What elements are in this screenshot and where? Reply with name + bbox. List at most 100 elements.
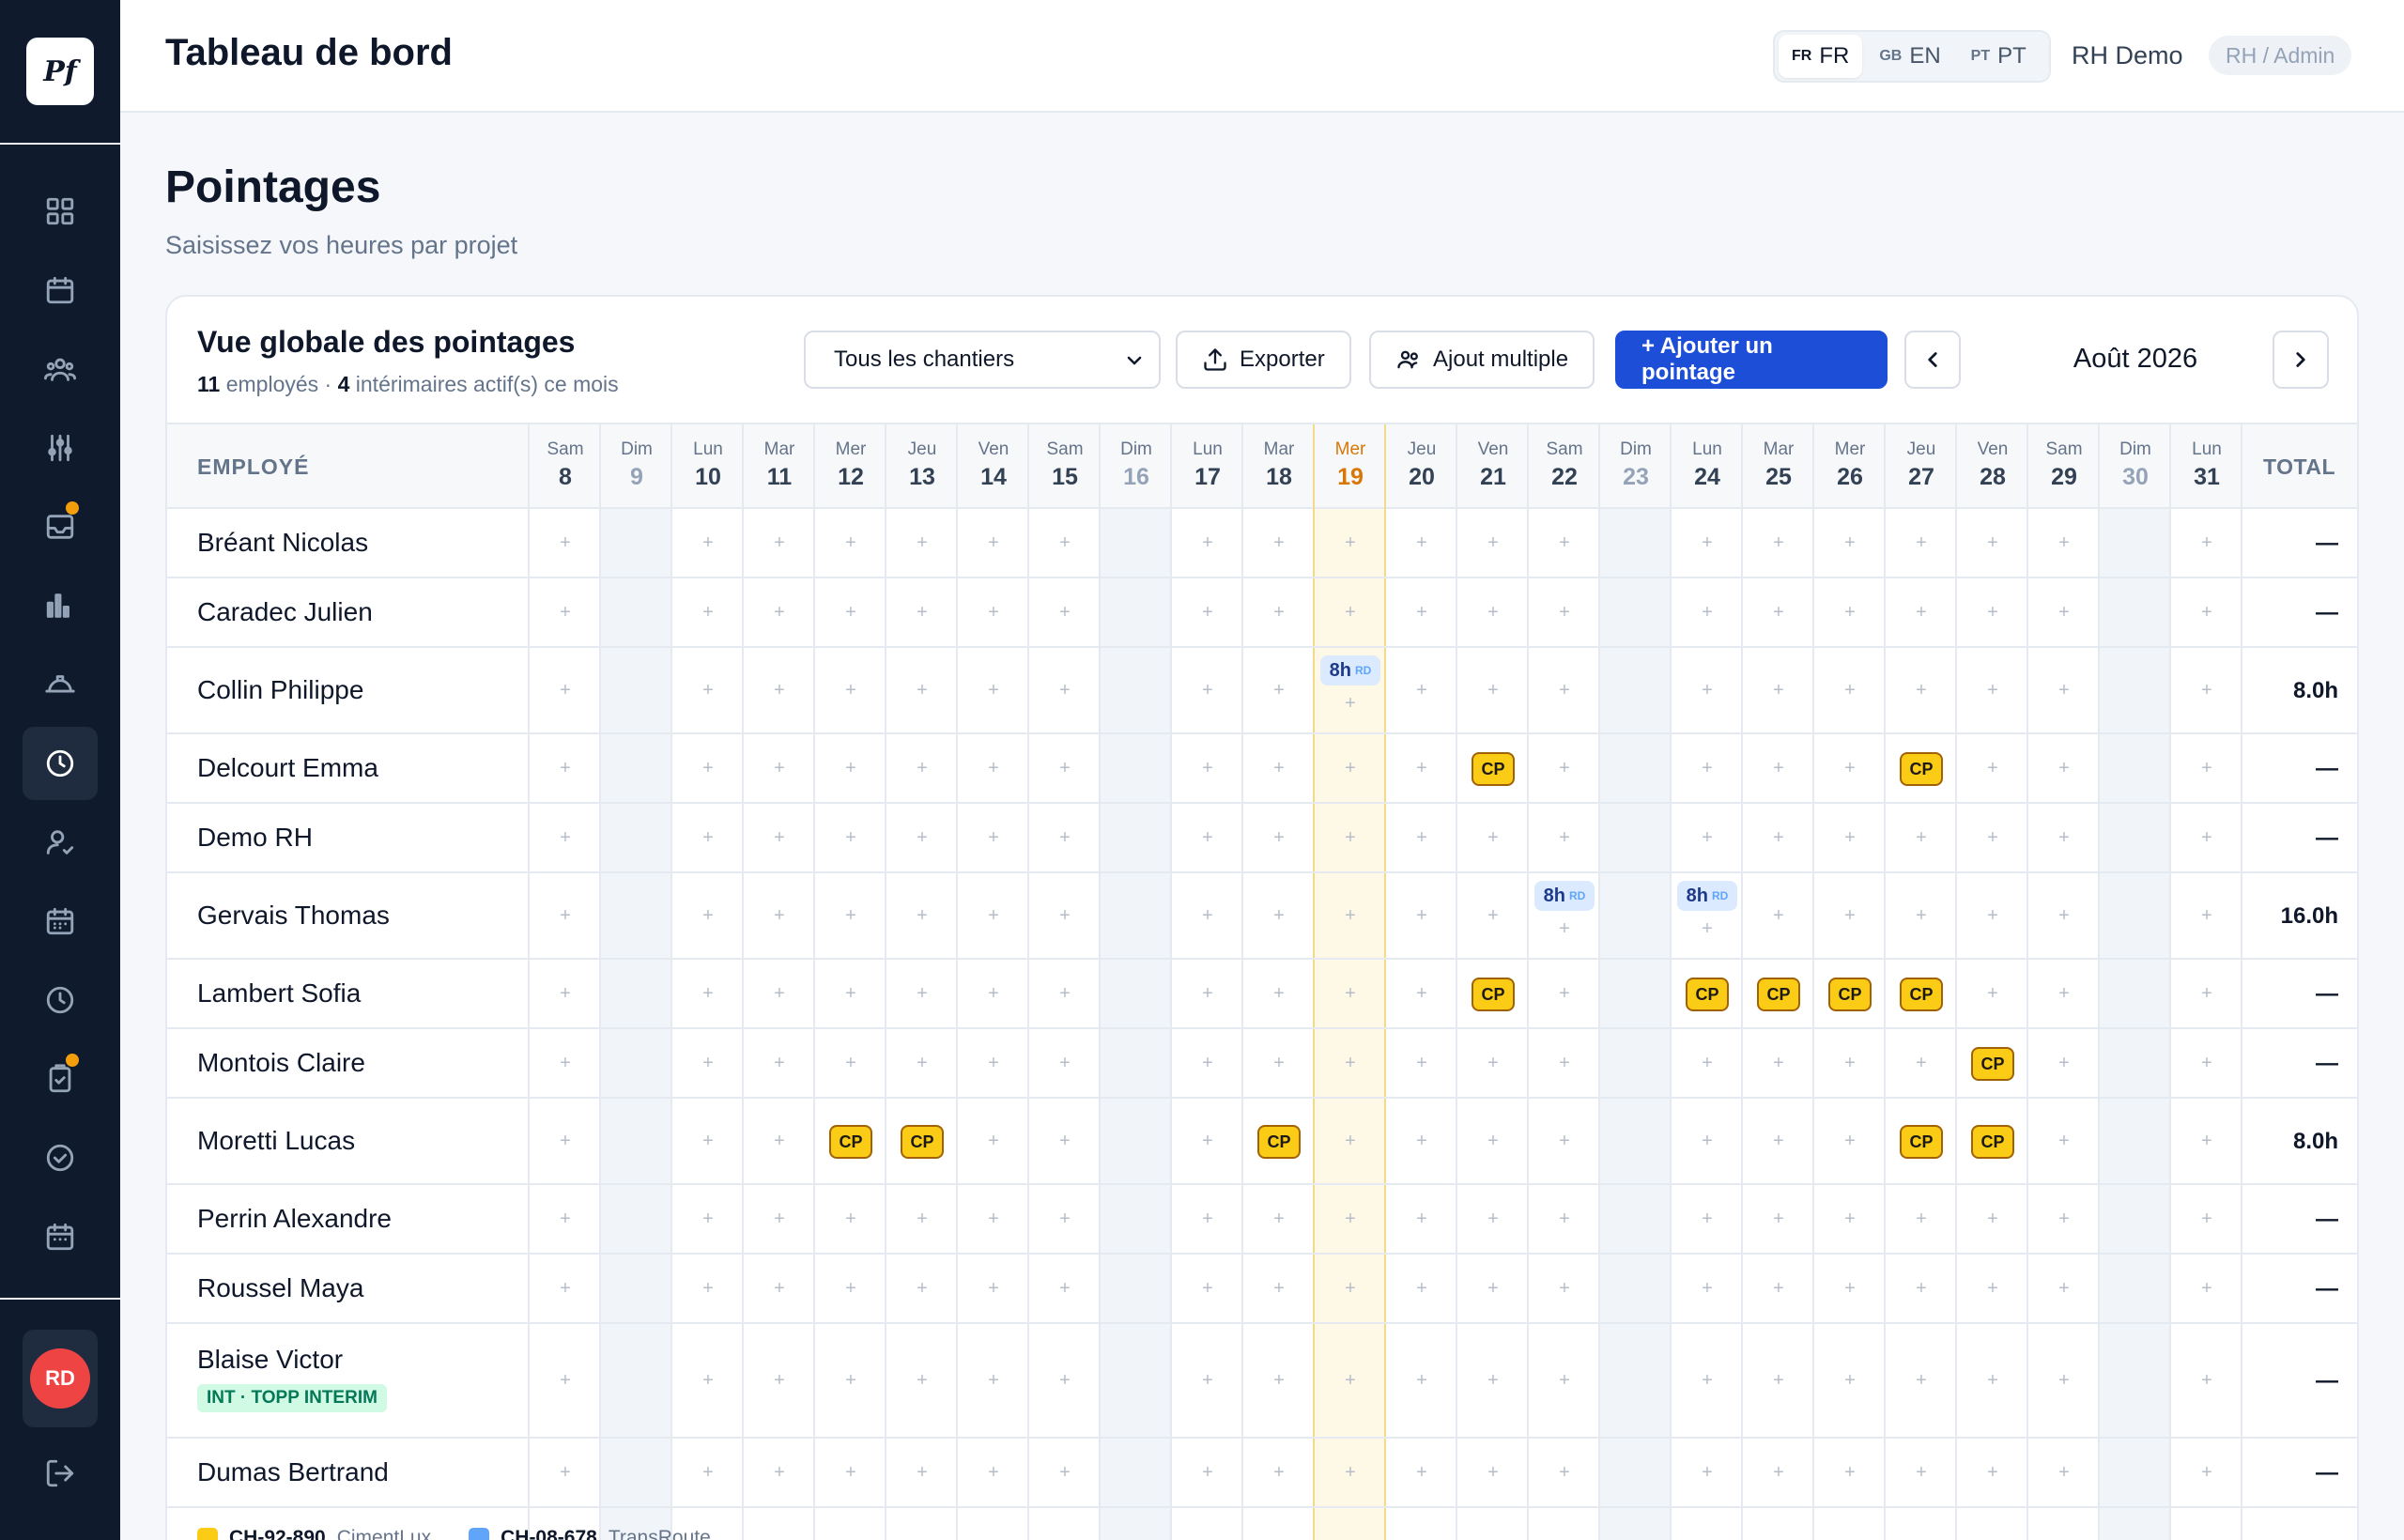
add-entry-icon[interactable]: +: [1743, 680, 1814, 701]
add-entry-icon[interactable]: +: [672, 532, 744, 554]
add-entry-icon[interactable]: +: [2171, 602, 2242, 624]
add-entry-icon[interactable]: +: [672, 680, 744, 701]
employee-name[interactable]: Roussel Maya: [197, 1273, 363, 1303]
add-entry-icon[interactable]: +: [1315, 602, 1386, 624]
add-entry-icon[interactable]: +: [1814, 532, 1886, 554]
user-name[interactable]: RH Demo: [2072, 41, 2183, 70]
add-entry-icon[interactable]: +: [1457, 532, 1529, 554]
add-entry-icon[interactable]: +: [1386, 905, 1457, 927]
language-option-en[interactable]: GB EN: [1866, 35, 1953, 78]
sidebar-item-staff[interactable]: [23, 806, 98, 879]
add-entry-icon[interactable]: +: [2171, 1278, 2242, 1300]
employee-name[interactable]: Moretti Lucas: [197, 1126, 355, 1156]
add-entry-icon[interactable]: +: [1529, 758, 1600, 779]
add-entry-icon[interactable]: +: [2171, 680, 2242, 701]
add-entry-icon[interactable]: +: [744, 827, 815, 849]
add-entry-icon[interactable]: +: [744, 1462, 815, 1484]
add-entry-icon[interactable]: +: [886, 680, 958, 701]
add-entry-icon[interactable]: +: [1672, 827, 1743, 849]
add-entry-icon[interactable]: +: [1315, 983, 1386, 1005]
add-entry-icon[interactable]: +: [530, 1131, 601, 1152]
sidebar-item-validations[interactable]: [23, 1121, 98, 1194]
add-entry-icon[interactable]: +: [1672, 1370, 1743, 1392]
add-entry-icon[interactable]: +: [958, 983, 1029, 1005]
export-button[interactable]: Exporter: [1176, 331, 1351, 389]
hours-badge[interactable]: 8h RD: [1320, 655, 1380, 685]
add-entry-icon[interactable]: +: [886, 1462, 958, 1484]
add-entry-icon[interactable]: +: [815, 758, 886, 779]
add-entry-icon[interactable]: +: [1957, 983, 2028, 1005]
add-entry-icon[interactable]: +: [1529, 680, 1600, 701]
add-entry-icon[interactable]: +: [1029, 827, 1101, 849]
add-entry-icon[interactable]: +: [886, 827, 958, 849]
add-entry-icon[interactable]: +: [1243, 602, 1315, 624]
add-entry-icon[interactable]: +: [1743, 602, 1814, 624]
add-entry-icon[interactable]: +: [1457, 1131, 1529, 1152]
add-entry-icon[interactable]: +: [1243, 1209, 1315, 1230]
add-entry-icon[interactable]: +: [1172, 1370, 1243, 1392]
add-entry-icon[interactable]: +: [1029, 1131, 1101, 1152]
add-entry-icon[interactable]: +: [886, 1053, 958, 1074]
add-entry-icon[interactable]: +: [886, 1370, 958, 1392]
add-entry-icon[interactable]: +: [1672, 1131, 1743, 1152]
sidebar-item-teams[interactable]: [23, 332, 98, 406]
add-entry-icon[interactable]: +: [1457, 905, 1529, 927]
add-entry-icon[interactable]: +: [1814, 1131, 1886, 1152]
add-entry-icon[interactable]: +: [1172, 680, 1243, 701]
leave-badge[interactable]: CP: [1971, 1125, 2014, 1159]
add-entry-icon[interactable]: +: [1886, 827, 1957, 849]
add-entry-icon[interactable]: +: [2171, 983, 2242, 1005]
add-entry-icon[interactable]: +: [530, 1462, 601, 1484]
add-entry-icon[interactable]: +: [1243, 1462, 1315, 1484]
add-entry-icon[interactable]: +: [1172, 758, 1243, 779]
add-entry-icon[interactable]: +: [1814, 1278, 1886, 1300]
add-entry-icon[interactable]: +: [744, 1209, 815, 1230]
add-entry-icon[interactable]: +: [1743, 532, 1814, 554]
add-entry-icon[interactable]: +: [958, 1370, 1029, 1392]
add-entry-icon[interactable]: +: [958, 1131, 1029, 1152]
add-entry-icon[interactable]: +: [1886, 1278, 1957, 1300]
add-entry-icon[interactable]: +: [1743, 1131, 1814, 1152]
add-entry-icon[interactable]: +: [1457, 1209, 1529, 1230]
logout-button[interactable]: [23, 1437, 98, 1510]
add-entry-icon[interactable]: +: [1957, 1370, 2028, 1392]
leave-badge[interactable]: CP: [1257, 1125, 1301, 1159]
add-entry-icon[interactable]: +: [958, 680, 1029, 701]
employee-name[interactable]: Perrin Alexandre: [197, 1204, 392, 1234]
employee-name[interactable]: Lambert Sofia: [197, 978, 361, 1009]
add-entry-icon[interactable]: +: [1743, 1462, 1814, 1484]
add-entry-icon[interactable]: +: [2028, 827, 2100, 849]
app-logo[interactable]: Pf: [26, 38, 94, 105]
add-entry-icon[interactable]: +: [744, 758, 815, 779]
add-entry-icon[interactable]: +: [958, 905, 1029, 927]
add-entry-icon[interactable]: +: [1315, 905, 1386, 927]
add-entry-icon[interactable]: +: [1743, 905, 1814, 927]
add-entry-icon[interactable]: +: [1886, 680, 1957, 701]
add-entry-icon[interactable]: +: [1814, 1209, 1886, 1230]
sidebar-item-planning[interactable]: [23, 885, 98, 958]
add-entry-icon[interactable]: +: [1957, 680, 2028, 701]
add-entry-icon[interactable]: +: [1029, 905, 1101, 927]
add-entry-icon[interactable]: +: [1457, 602, 1529, 624]
add-entry-icon[interactable]: +: [530, 827, 601, 849]
add-entry-icon[interactable]: +: [1672, 1462, 1743, 1484]
sidebar-item-history[interactable]: [23, 963, 98, 1037]
language-option-pt[interactable]: PT PT: [1958, 35, 2040, 78]
add-entry-icon[interactable]: +: [1243, 758, 1315, 779]
add-entry-icon[interactable]: +: [815, 827, 886, 849]
add-entry-icon[interactable]: +: [2028, 1131, 2100, 1152]
add-entry-icon[interactable]: +: [530, 758, 601, 779]
add-entry-icon[interactable]: +: [958, 1462, 1029, 1484]
add-entry-icon[interactable]: +: [1386, 602, 1457, 624]
leave-badge[interactable]: CP: [1472, 752, 1515, 786]
add-entry-button[interactable]: + Ajouter un pointage: [1615, 331, 1888, 389]
add-entry-icon[interactable]: +: [1814, 827, 1886, 849]
add-entry-icon[interactable]: +: [1672, 532, 1743, 554]
add-entry-icon[interactable]: +: [1172, 1131, 1243, 1152]
add-entry-icon[interactable]: +: [1029, 983, 1101, 1005]
add-entry-icon[interactable]: +: [672, 983, 744, 1005]
add-entry-icon[interactable]: +: [1743, 1278, 1814, 1300]
add-entry-icon[interactable]: +: [2028, 1209, 2100, 1230]
add-entry-icon[interactable]: +: [1886, 1209, 1957, 1230]
add-entry-icon[interactable]: +: [1957, 827, 2028, 849]
